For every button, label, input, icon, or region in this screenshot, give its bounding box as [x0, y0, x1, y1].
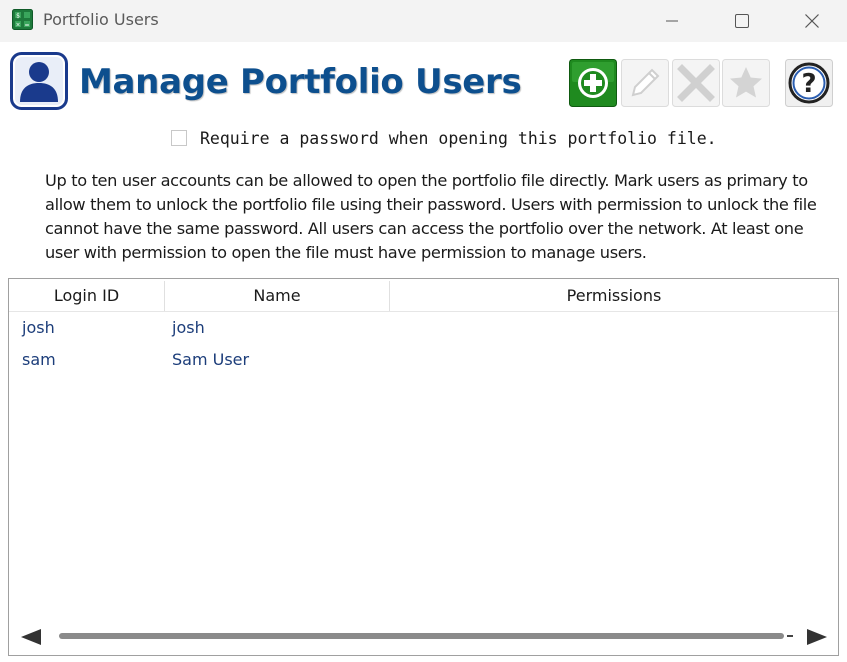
scroll-left-arrow [21, 629, 41, 645]
add-user-button[interactable] [569, 59, 617, 107]
cell-login-id: sam [22, 349, 56, 369]
cell-name: Sam User [172, 349, 250, 369]
cell-name: josh [172, 317, 205, 337]
users-grid[interactable]: Login ID Name Permissions josh josh sam … [8, 278, 839, 656]
scroll-right-arrow [807, 629, 827, 645]
primary-user-button[interactable] [722, 59, 770, 107]
table-row[interactable]: josh josh [9, 311, 838, 343]
minimize-icon [666, 20, 678, 22]
require-password-label[interactable]: Require a password when opening this por… [200, 129, 717, 148]
help-button[interactable]: ? [785, 59, 833, 107]
svg-text:=: = [24, 22, 29, 29]
question-icon: ? [801, 69, 816, 99]
edit-user-button[interactable] [621, 59, 669, 107]
maximize-button[interactable] [707, 0, 777, 42]
page-title: Manage Portfolio Users [79, 62, 522, 102]
scrollbar-end-mark [787, 635, 793, 637]
close-icon [805, 14, 819, 28]
horizontal-scrollbar[interactable] [9, 623, 838, 655]
svg-text:$: $ [16, 13, 20, 20]
close-window-button[interactable] [777, 0, 847, 42]
maximize-icon [735, 14, 749, 28]
title-bar: $ × = Portfolio Users [0, 0, 847, 42]
column-header-name[interactable]: Name [165, 279, 389, 311]
user-icon [10, 52, 68, 110]
cell-login-id: josh [22, 317, 55, 337]
svg-text:×: × [15, 22, 20, 29]
minimize-button[interactable] [637, 0, 707, 42]
column-header-permissions[interactable]: Permissions [390, 279, 838, 311]
spreadsheet-icon: $ × = [12, 9, 33, 30]
column-header-login-id[interactable]: Login ID [9, 279, 164, 311]
delete-user-button[interactable] [672, 59, 720, 107]
scrollbar-thumb [59, 633, 784, 639]
window-title: Portfolio Users [43, 10, 159, 29]
grid-header: Login ID Name Permissions [9, 279, 838, 312]
password-option-row: Require a password when opening this por… [171, 127, 717, 149]
require-password-checkbox[interactable] [171, 130, 187, 146]
table-row[interactable]: sam Sam User [9, 343, 838, 375]
description-text: Up to ten user accounts can be allowed t… [45, 171, 817, 262]
